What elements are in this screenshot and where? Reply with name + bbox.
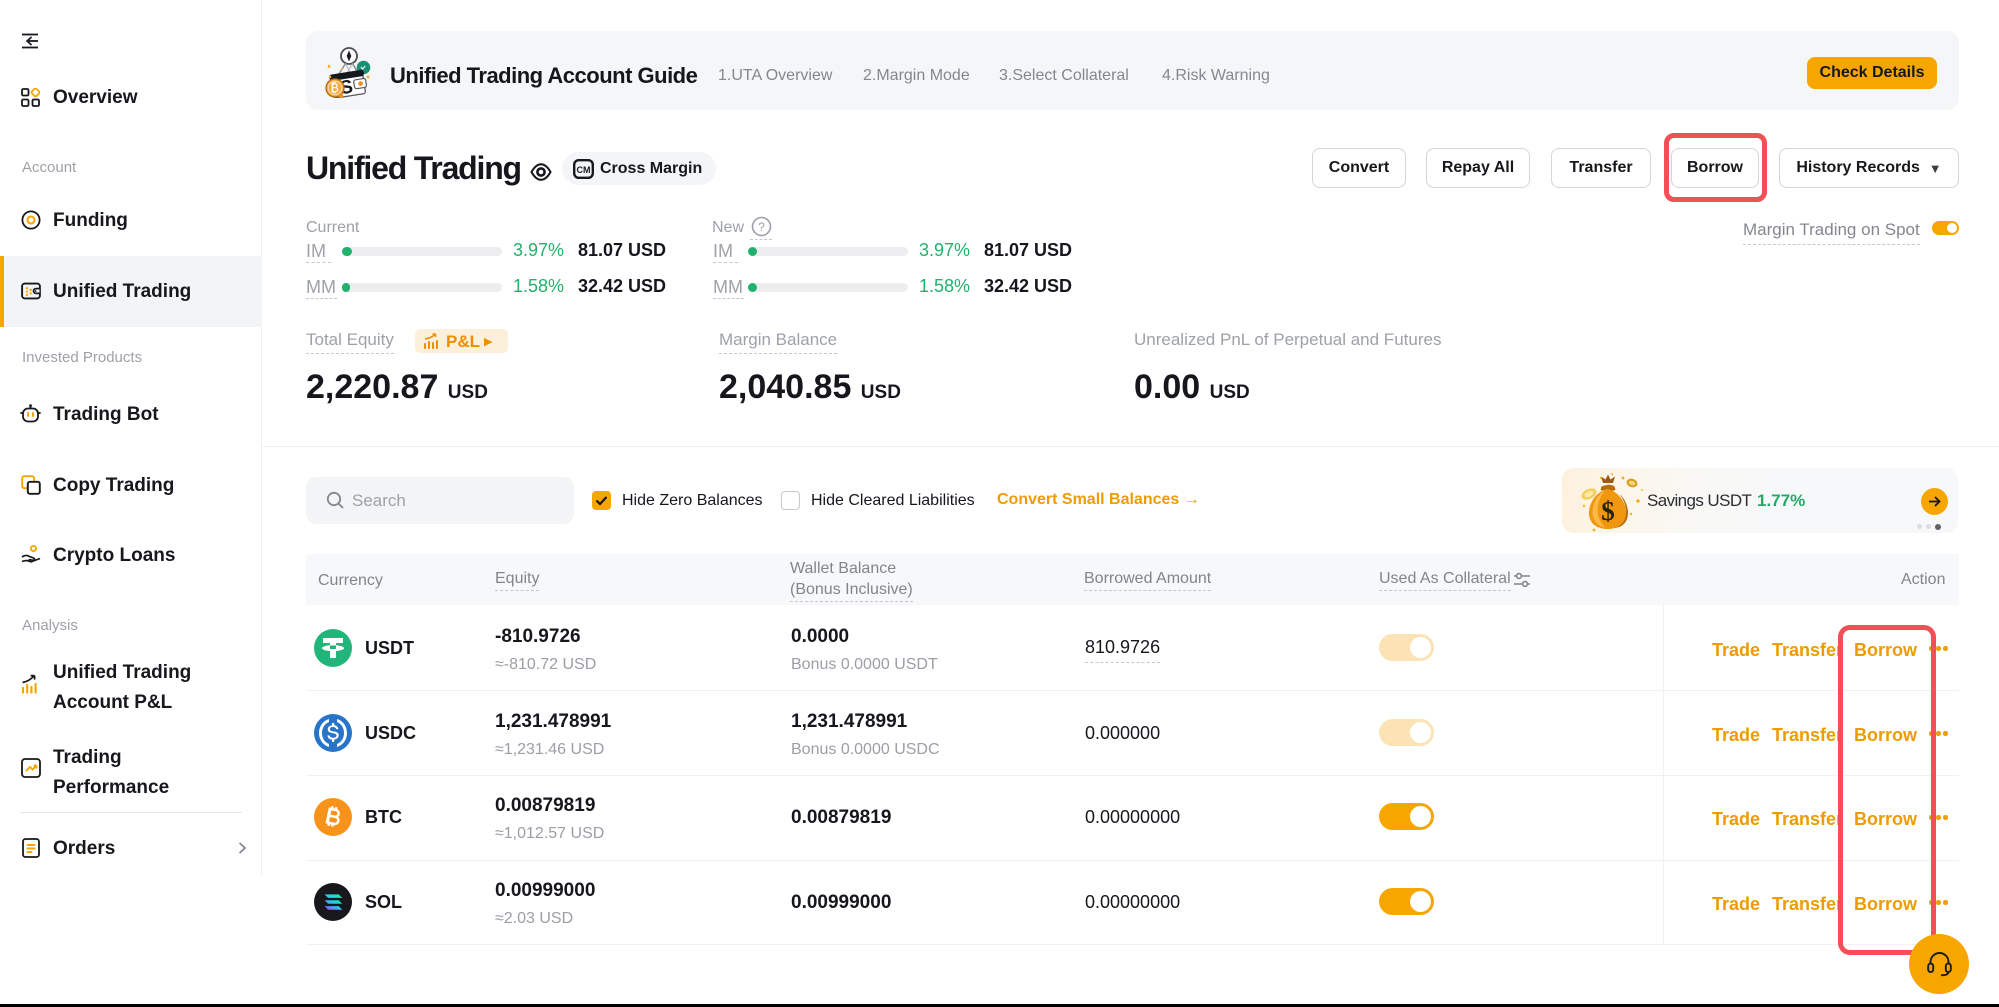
svg-text:?: ? [758,220,765,234]
svg-text:CM: CM [577,165,591,175]
svg-text:$: $ [1601,496,1615,526]
